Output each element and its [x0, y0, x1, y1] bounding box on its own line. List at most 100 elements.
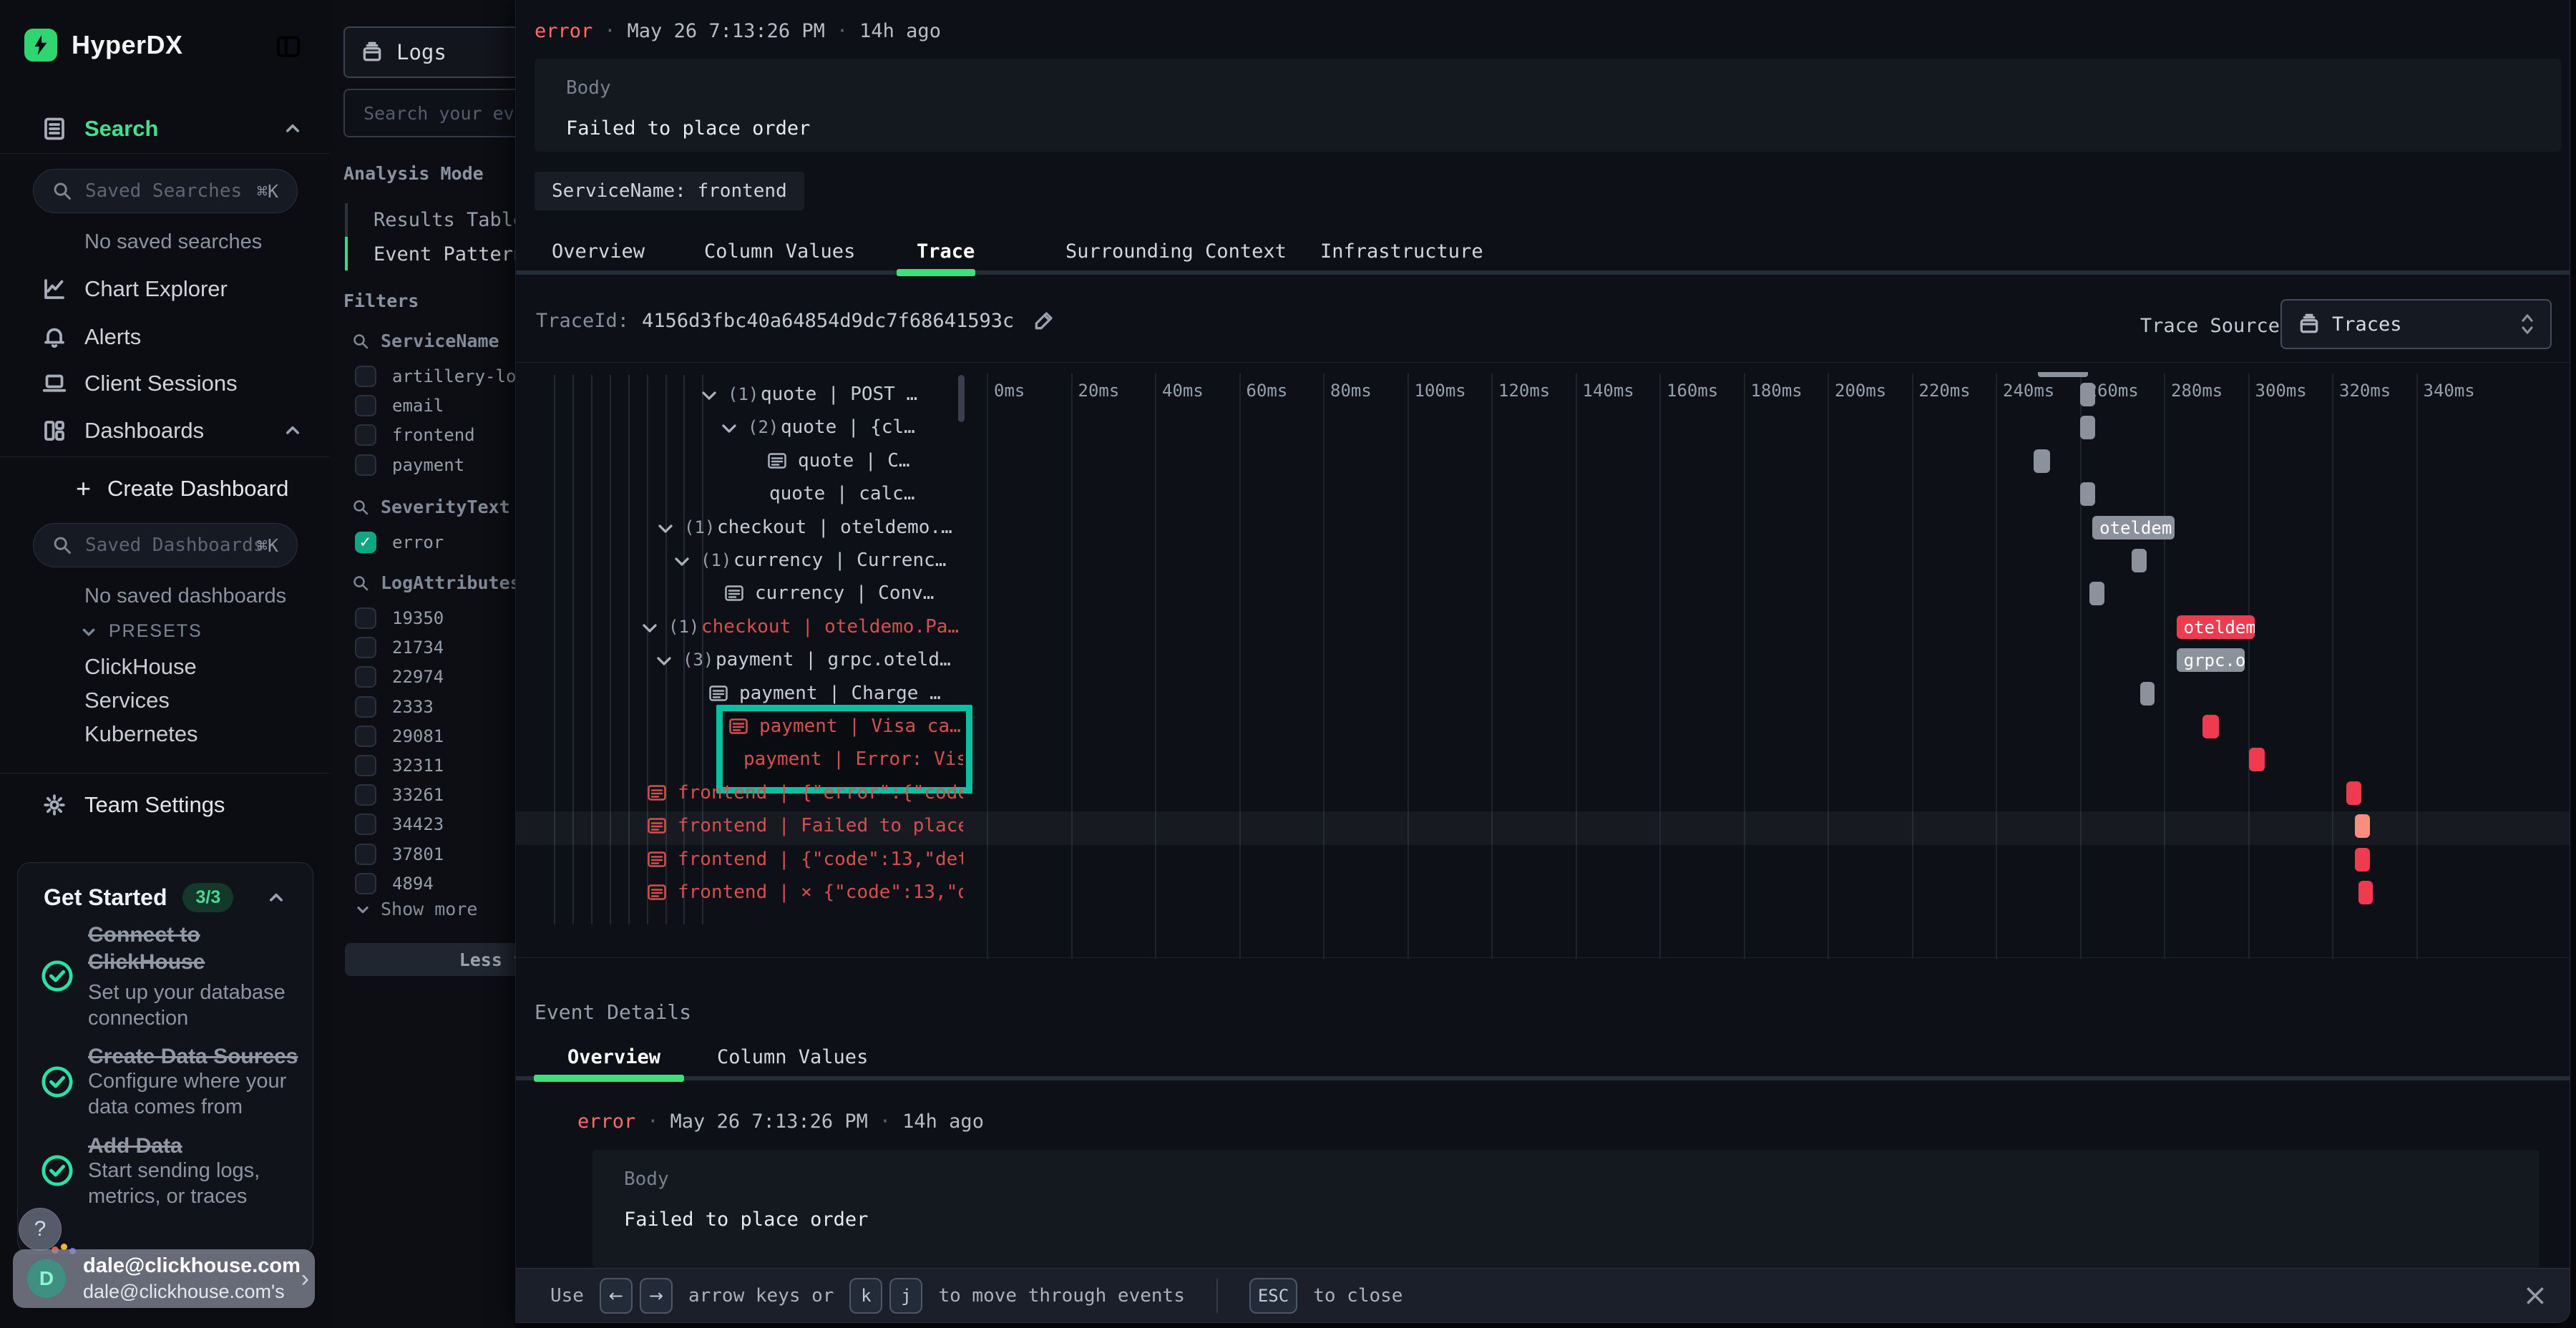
chevron-down-icon[interactable]	[701, 387, 718, 404]
filter-option[interactable]: 32311	[355, 751, 444, 780]
span-row[interactable]: (2)quote | {cl…	[516, 411, 963, 444]
get-started-item-title[interactable]: Create Data Sources	[88, 1043, 331, 1070]
span-duration-bar[interactable]	[2080, 383, 2095, 406]
span-row[interactable]: (1)checkout | oteldemo.…	[516, 512, 963, 545]
span-duration-bar[interactable]: grpc.o	[2177, 648, 2245, 672]
checkbox[interactable]	[355, 454, 376, 476]
checkbox[interactable]	[355, 637, 376, 658]
span-duration-bar[interactable]	[2080, 482, 2095, 506]
span-row[interactable]: payment | Visa ca…	[516, 711, 963, 743]
span-row[interactable]: payment | Charge …	[516, 678, 963, 711]
sidebar-item-chart-explorer[interactable]: Chart Explorer	[0, 268, 329, 311]
chevron-down-icon[interactable]	[655, 653, 673, 670]
tab-ed-column-values[interactable]: Column Values	[717, 1046, 868, 1068]
span-duration-bar[interactable]	[2358, 881, 2373, 904]
checkbox[interactable]	[355, 755, 376, 776]
span-row[interactable]: frontend | Failed to place…	[516, 810, 963, 843]
span-row[interactable]: payment | Error: Visa…	[516, 743, 963, 776]
checkbox-checked[interactable]	[355, 532, 376, 553]
span-duration-bar[interactable]	[2355, 814, 2371, 838]
chevron-up-icon[interactable]	[267, 889, 286, 907]
chevron-up-icon[interactable]	[283, 421, 302, 440]
preset-services[interactable]: Services	[84, 688, 170, 713]
preset-kubernetes[interactable]: Kubernetes	[84, 721, 198, 747]
checkbox[interactable]	[355, 814, 376, 835]
span-duration-bar[interactable]	[2089, 582, 2104, 605]
chevron-down-icon[interactable]	[673, 553, 691, 570]
tab-trace[interactable]: Trace	[917, 240, 975, 263]
filter-option[interactable]: frontend	[355, 421, 475, 449]
filter-option[interactable]: artillery-loa	[355, 362, 527, 391]
get-started-item-title[interactable]: Connect to ClickHouse	[88, 922, 288, 976]
span-duration-bar[interactable]	[2080, 416, 2095, 439]
span-row[interactable]: (1)checkout | oteldemo.Pa…	[516, 611, 963, 644]
filter-option[interactable]: 19350	[355, 604, 444, 633]
collapse-sidebar-icon[interactable]	[275, 33, 302, 60]
tab-ed-overview[interactable]: Overview	[567, 1046, 660, 1068]
show-more-button[interactable]: Show more	[355, 899, 477, 919]
checkbox[interactable]	[355, 873, 376, 894]
filter-option[interactable]: payment	[355, 451, 464, 479]
span-row[interactable]: (1)currency | Currenc…	[516, 545, 963, 577]
sidebar-item-client-sessions[interactable]: Client Sessions	[0, 362, 329, 405]
filter-option[interactable]: 2333	[355, 693, 434, 721]
saved-dashboards-input[interactable]: Saved Dashboards ⌘K	[33, 523, 298, 567]
close-icon[interactable]: ×	[2519, 1279, 2551, 1311]
span-duration-bar[interactable]	[2249, 748, 2265, 771]
span-duration-bar[interactable]	[2202, 715, 2219, 738]
filter-option[interactable]: 4894	[355, 869, 434, 898]
service-chip[interactable]: ServiceName: frontend	[535, 172, 804, 210]
checkbox[interactable]	[355, 366, 376, 387]
span-duration-bar[interactable]: oteldem	[2092, 516, 2175, 540]
checkbox[interactable]	[355, 607, 376, 629]
saved-searches-input[interactable]: Saved Searches ⌘K	[33, 169, 298, 213]
filter-option[interactable]: email	[355, 391, 444, 420]
checkbox[interactable]	[355, 395, 376, 416]
span-row[interactable]: frontend | × {"code":13,"d…	[516, 877, 963, 909]
chevron-down-icon[interactable]	[657, 520, 674, 537]
tab-overview[interactable]: Overview	[552, 240, 645, 263]
tab-surrounding-context[interactable]: Surrounding Context	[1065, 240, 1287, 263]
filter-option[interactable]: 34423	[355, 810, 444, 839]
trace-source-select[interactable]: Traces	[2280, 299, 2552, 349]
chevron-down-icon[interactable]	[721, 420, 738, 437]
span-duration-bar[interactable]	[2132, 549, 2147, 572]
chevron-down-icon[interactable]	[641, 620, 658, 637]
span-row[interactable]: (1)quote | POST …	[516, 379, 963, 411]
tab-column-values[interactable]: Column Values	[704, 240, 855, 263]
filter-option[interactable]: 33261	[355, 781, 444, 809]
get-started-item-title[interactable]: Add Data	[88, 1133, 288, 1160]
checkbox[interactable]	[355, 784, 376, 806]
tab-infrastructure[interactable]: Infrastructure	[1320, 240, 1483, 263]
user-menu[interactable]: D dale@clickhouse.com dale@clickhouse.co…	[13, 1249, 315, 1308]
span-duration-bar[interactable]	[2140, 682, 2155, 706]
span-duration-bar[interactable]	[2346, 781, 2361, 805]
checkbox[interactable]	[355, 666, 376, 688]
presets-toggle[interactable]: PRESETS	[80, 621, 203, 642]
filter-group-servicename[interactable]: ServiceName	[352, 331, 499, 351]
checkbox[interactable]	[355, 844, 376, 865]
sidebar-item-alerts[interactable]: Alerts	[0, 316, 329, 358]
span-duration-bar[interactable]: oteldem	[2177, 615, 2255, 639]
filter-option[interactable]: 37801	[355, 840, 444, 869]
checkbox[interactable]	[355, 424, 376, 446]
span-row[interactable]: (3)payment | grpc.oteld…	[516, 644, 963, 677]
span-row[interactable]: currency | Conv…	[516, 577, 963, 610]
sidebar-item-search[interactable]: Search	[0, 107, 329, 150]
filter-option[interactable]: 29081	[355, 722, 444, 751]
span-row[interactable]: quote | calc…	[516, 478, 963, 511]
sidebar-item-team-settings[interactable]: Team Settings	[0, 783, 329, 826]
filter-group-logattributes[interactable]: LogAttributes	[352, 572, 521, 593]
mode-event-patterns[interactable]: Event Patterns	[374, 243, 537, 265]
filter-group-severitytext[interactable]: SeverityText	[352, 497, 510, 517]
span-duration-bar[interactable]	[2355, 848, 2371, 872]
create-dashboard-button[interactable]: + Create Dashboard	[0, 467, 329, 510]
scrollbar-thumb[interactable]	[958, 375, 965, 422]
filter-option[interactable]: 22974	[355, 663, 444, 691]
span-row[interactable]: quote | C…	[516, 445, 963, 478]
sidebar-item-dashboards[interactable]: Dashboards	[0, 409, 329, 452]
span-duration-bar[interactable]	[2034, 449, 2051, 473]
filter-option[interactable]: error	[355, 528, 444, 557]
brand[interactable]: HyperDX	[24, 29, 183, 62]
span-row[interactable]: frontend | {"code":13,"det…	[516, 844, 963, 877]
